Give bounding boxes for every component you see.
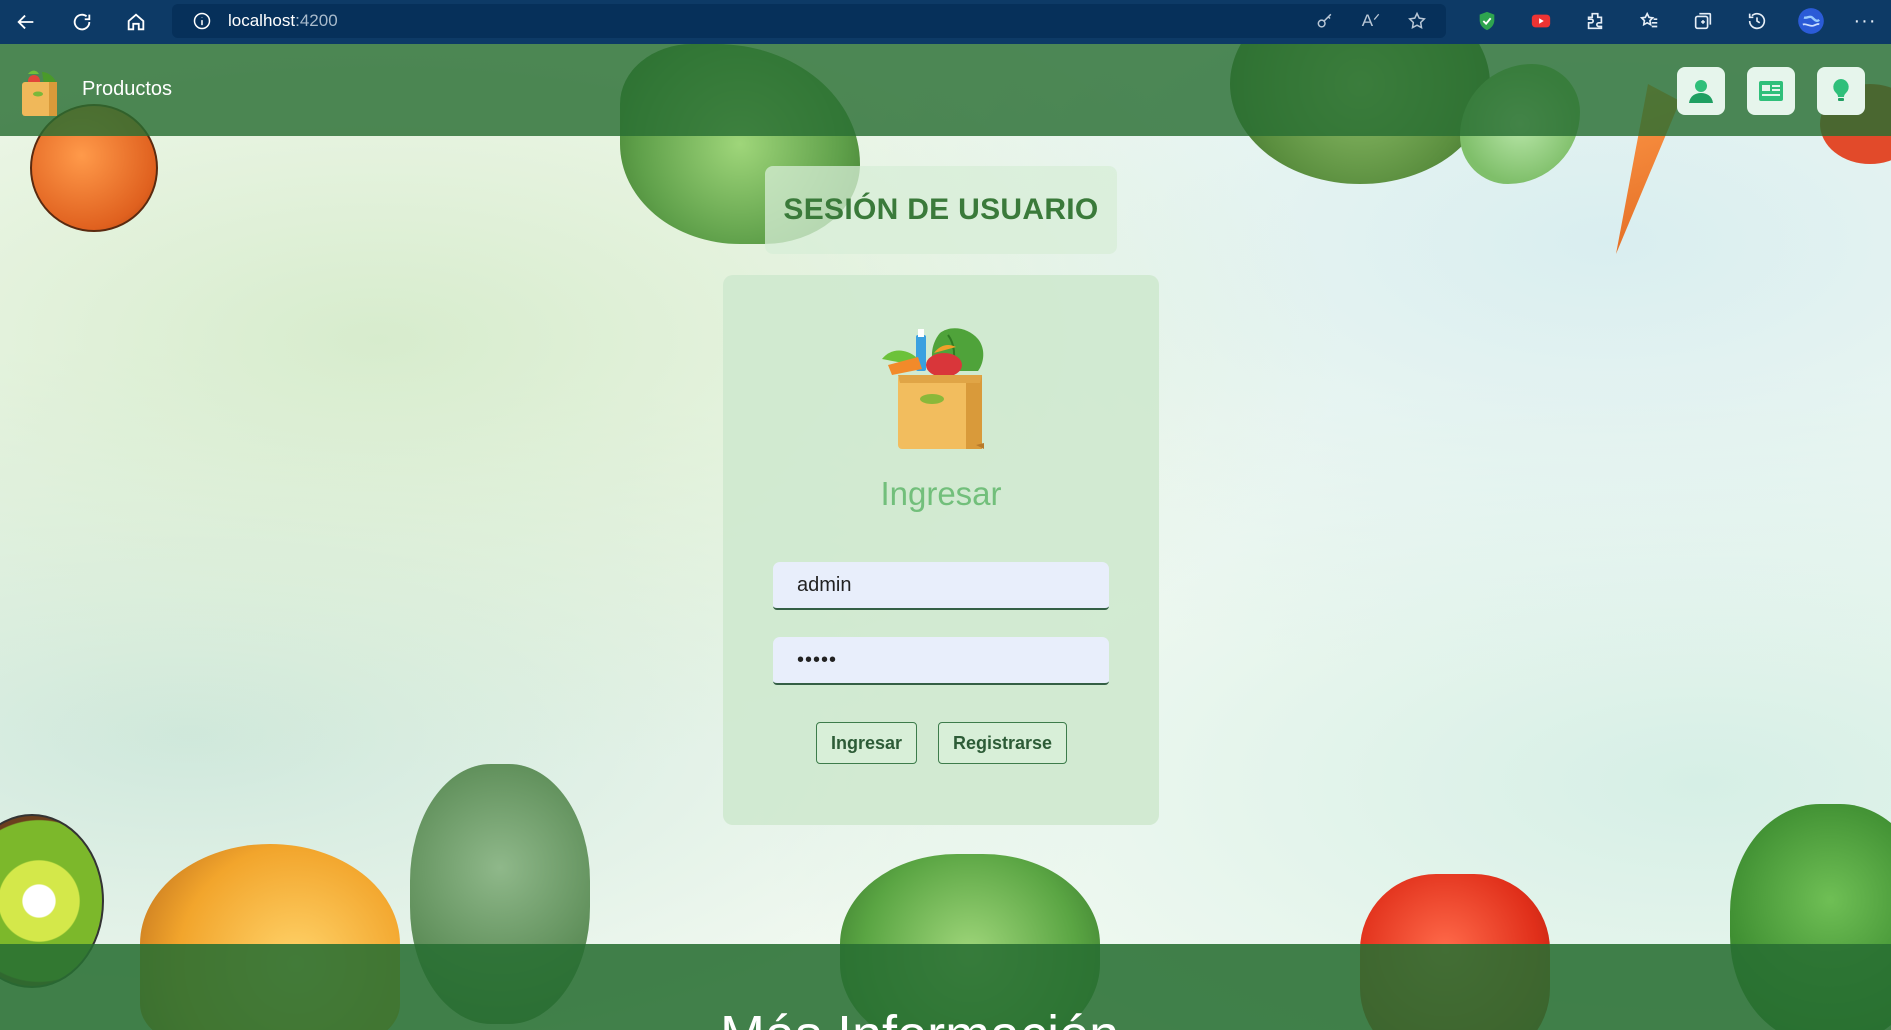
profile-avatar-icon[interactable] [1795,5,1827,37]
add-favorite-icon[interactable] [1406,10,1428,32]
more-menu-icon[interactable]: ··· [1849,5,1881,37]
read-aloud-icon[interactable]: Aᐟ [1360,10,1382,32]
app-header: Productos [0,44,1891,136]
shield-extension-icon[interactable] [1471,5,1503,37]
refresh-icon[interactable] [62,2,102,42]
session-title-box: SESIÓN DE USUARIO [765,166,1117,254]
password-key-icon[interactable] [1314,10,1336,32]
username-input[interactable]: admin [773,562,1109,610]
url-port: :4200 [295,11,338,30]
grocery-bag-logo-icon[interactable] [18,68,64,118]
address-bar[interactable]: localhost:4200 Aᐟ [172,4,1446,38]
back-icon[interactable] [6,2,46,42]
footer-title: Más Información [720,1004,1119,1030]
lightbulb-icon [1833,79,1849,101]
favorites-icon[interactable] [1633,5,1665,37]
brand-link[interactable]: Productos [82,78,172,101]
extensions-icon[interactable] [1579,5,1611,37]
collections-icon[interactable] [1687,5,1719,37]
catalog-icon [1759,81,1783,101]
login-card: Ingresar admin ••••• Ingresar Registrars… [723,275,1159,825]
user-icon [1689,80,1713,103]
site-info-icon[interactable] [192,11,212,31]
register-button[interactable]: Registrarse [938,722,1067,764]
user-profile-button[interactable] [1677,67,1725,115]
login-button[interactable]: Ingresar [816,722,917,764]
home-icon[interactable] [116,2,156,42]
history-icon[interactable] [1741,5,1773,37]
page-title: SESIÓN DE USUARIO [783,193,1099,226]
footer-band: Más Información [0,944,1891,1030]
login-heading: Ingresar [880,475,1002,512]
catalog-button[interactable] [1747,67,1795,115]
video-extension-icon[interactable] [1525,5,1557,37]
ideas-button[interactable] [1817,67,1865,115]
password-input[interactable]: ••••• [773,637,1109,685]
url-text: localhost:4200 [228,11,338,31]
url-host: localhost [228,11,296,30]
grocery-bag-icon [882,328,984,449]
browser-toolbar: localhost:4200 Aᐟ ··· [0,0,1891,44]
